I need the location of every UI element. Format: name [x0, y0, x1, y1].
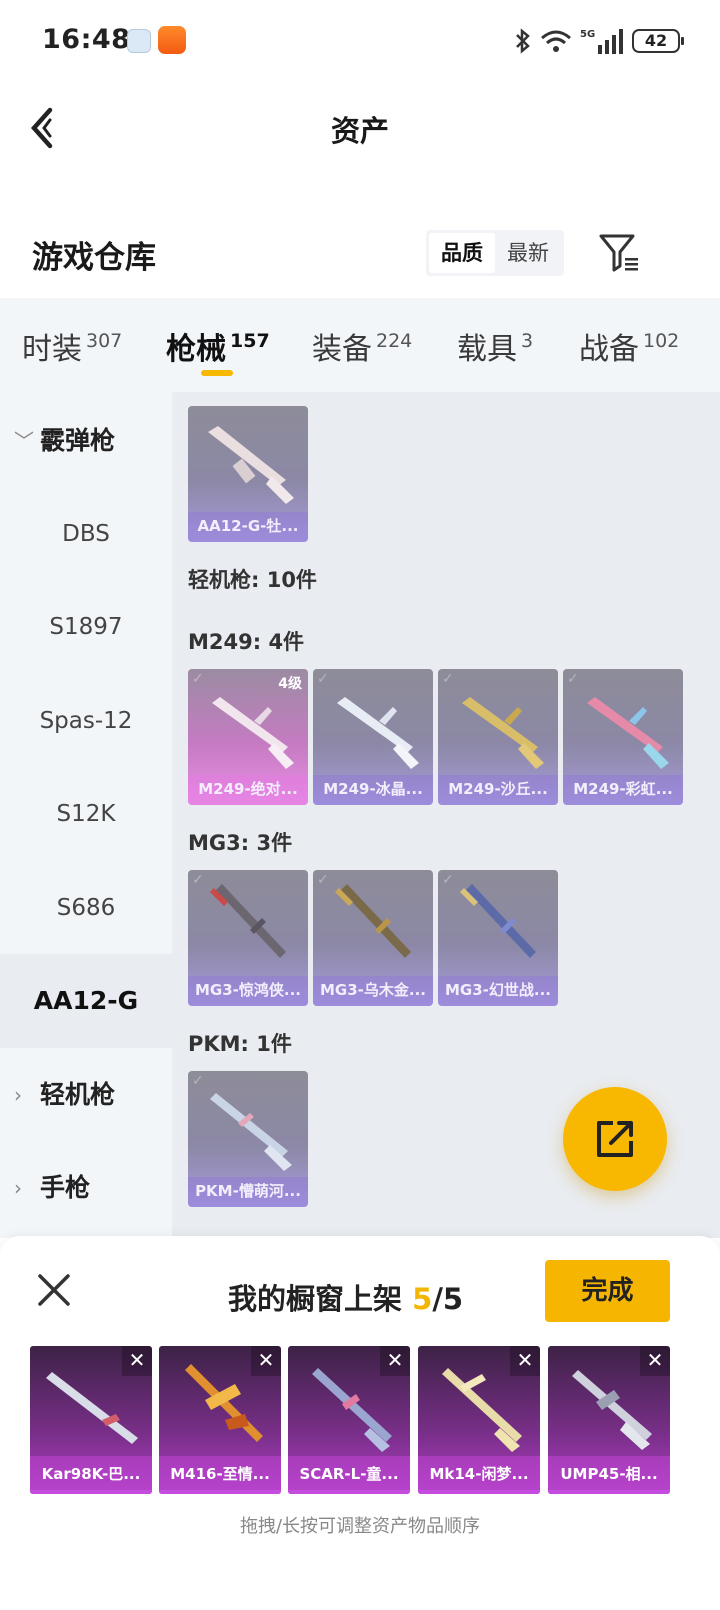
showcase-count: 5: [412, 1282, 433, 1316]
weapon-name: M249-冰晶...: [313, 775, 433, 805]
weapon-name: M416-至情...: [159, 1456, 281, 1494]
tab-supplies[interactable]: 战备 102: [579, 324, 679, 368]
done-button[interactable]: 完成: [545, 1260, 670, 1322]
weapon-name: SCAR-L-童...: [288, 1456, 410, 1494]
weapon-sidebar: ﹀ 霰弹枪 DBS S1897 Spas-12 S12K S686 AA12-G …: [0, 392, 172, 1238]
weapon-name: MG3-乌木金...: [313, 976, 433, 1006]
showcase-item[interactable]: ✕ Mk14-闲梦...: [418, 1346, 540, 1494]
tab-fashion[interactable]: 时装 307: [22, 324, 122, 368]
showcase-item[interactable]: ✕ Kar98K-巴...: [30, 1346, 152, 1494]
weapon-image: [460, 884, 536, 958]
category-tabs: 时装 307 枪械 157 装备 224 载具 3 战备 102: [0, 298, 720, 392]
remove-icon[interactable]: ✕: [251, 1346, 281, 1376]
weapon-name: PKM-懵萌河...: [188, 1177, 308, 1207]
chevron-right-icon: ›: [14, 1083, 22, 1107]
status-time: 16:48: [42, 24, 131, 55]
sidebar-category-lmg[interactable]: › 轻机枪: [0, 1048, 172, 1142]
status-icons: 5G 42: [514, 26, 684, 56]
sort-quality-button[interactable]: 品质: [429, 233, 495, 273]
sort-newest-button[interactable]: 最新: [495, 233, 561, 273]
sidebar-item-spas12[interactable]: Spas-12: [0, 674, 172, 768]
showcase-item[interactable]: ✕ SCAR-L-童...: [288, 1346, 410, 1494]
weapon-card[interactable]: ✓ 4级 M249-绝对...: [188, 669, 308, 805]
weapon-card[interactable]: ✓ MG3-惊鸿侠...: [188, 870, 308, 1006]
weapon-card[interactable]: ✓ PKM-懵萌河...: [188, 1071, 308, 1207]
weapon-name: Kar98K-巴...: [30, 1456, 152, 1494]
remove-icon[interactable]: ✕: [510, 1346, 540, 1376]
section-header-lmg: 轻机枪: 10件: [188, 568, 317, 592]
weapon-name: M249-彩虹...: [563, 775, 683, 805]
tab-firearms[interactable]: 枪械 157: [166, 324, 270, 368]
warehouse-title: 游戏仓库: [32, 240, 156, 276]
weapon-image: [212, 697, 294, 769]
page-title: 资产: [330, 114, 389, 148]
sidebar-item-s12k[interactable]: S12K: [0, 767, 172, 861]
top-nav: 资产: [0, 84, 720, 174]
sidebar-category-pistol[interactable]: › 手枪: [0, 1141, 172, 1235]
close-icon[interactable]: [36, 1272, 72, 1308]
weapon-card[interactable]: ✓ MG3-幻世战...: [438, 870, 558, 1006]
sort-toggle: 品质 最新: [426, 230, 564, 276]
active-tab-indicator: [201, 370, 233, 376]
app-notification-icon-2: [158, 26, 186, 54]
weapon-image: [337, 697, 419, 769]
weapon-name: M249-绝对...: [188, 775, 308, 805]
sidebar-item-dbs[interactable]: DBS: [0, 487, 172, 581]
weapon-name: MG3-幻世战...: [438, 976, 558, 1006]
weapon-image: [462, 697, 544, 769]
weapon-name: Mk14-闲梦...: [418, 1456, 540, 1494]
remove-icon[interactable]: ✕: [122, 1346, 152, 1376]
weapon-card[interactable]: ✓ M249-沙丘...: [438, 669, 558, 805]
remove-icon[interactable]: ✕: [380, 1346, 410, 1376]
weapon-image: [210, 884, 286, 958]
sidebar-item-aa12g[interactable]: AA12-G: [0, 954, 172, 1048]
section-header-pkm: PKM: 1件: [188, 1032, 292, 1056]
bluetooth-icon: [516, 28, 530, 54]
filter-icon[interactable]: [598, 230, 642, 274]
sidebar-category-shotgun[interactable]: ﹀ 霰弹枪: [0, 394, 172, 488]
status-bar: 16:48 5G 42: [0, 0, 720, 84]
section-header-mg3: MG3: 3件: [188, 831, 293, 855]
showcase-item[interactable]: ✕ UMP45-相...: [548, 1346, 670, 1494]
weapon-name: MG3-惊鸿侠...: [188, 976, 308, 1006]
weapon-card[interactable]: AA12-G-牡...: [188, 406, 308, 542]
app-notification-icon: [127, 29, 151, 53]
share-icon: [597, 1121, 633, 1157]
section-header-m249: M249: 4件: [188, 630, 305, 654]
weapon-image: [210, 1093, 292, 1171]
weapon-image: [335, 884, 411, 958]
chevron-down-icon: ﹀: [14, 429, 34, 453]
weapon-image: [587, 697, 669, 769]
showcase-total: /5: [432, 1282, 464, 1316]
share-button[interactable]: [563, 1087, 667, 1191]
weapon-name: UMP45-相...: [548, 1456, 670, 1494]
showcase-sheet: 我的橱窗上架 5/5 完成 ✕ Kar98K-巴... ✕ M416-至情...…: [0, 1236, 720, 1610]
showcase-title: 我的橱窗上架 5/5: [228, 1282, 464, 1316]
chevron-right-icon: ›: [14, 1176, 22, 1200]
remove-icon[interactable]: ✕: [640, 1346, 670, 1376]
weapon-card[interactable]: ✓ M249-冰晶...: [313, 669, 433, 805]
weapon-name: AA12-G-牡...: [188, 512, 308, 542]
sidebar-item-s686[interactable]: S686: [0, 861, 172, 955]
tab-equipment[interactable]: 装备 224: [312, 324, 412, 368]
weapon-name: M249-沙丘...: [438, 775, 558, 805]
reorder-hint: 拖拽/长按可调整资产物品顺序: [239, 1516, 481, 1537]
weapon-card[interactable]: ✓ M249-彩虹...: [563, 669, 683, 805]
battery-icon: 42: [632, 29, 684, 53]
tab-vehicles[interactable]: 载具 3: [457, 324, 533, 368]
sidebar-item-s1897[interactable]: S1897: [0, 580, 172, 674]
weapon-card[interactable]: ✓ MG3-乌木金...: [313, 870, 433, 1006]
svg-text:5G: 5G: [580, 29, 595, 40]
weapon-image: [208, 426, 294, 504]
showcase-item[interactable]: ✕ M416-至情...: [159, 1346, 281, 1494]
cellular-signal-icon: 5G: [580, 29, 623, 54]
wifi-icon: [541, 30, 571, 52]
